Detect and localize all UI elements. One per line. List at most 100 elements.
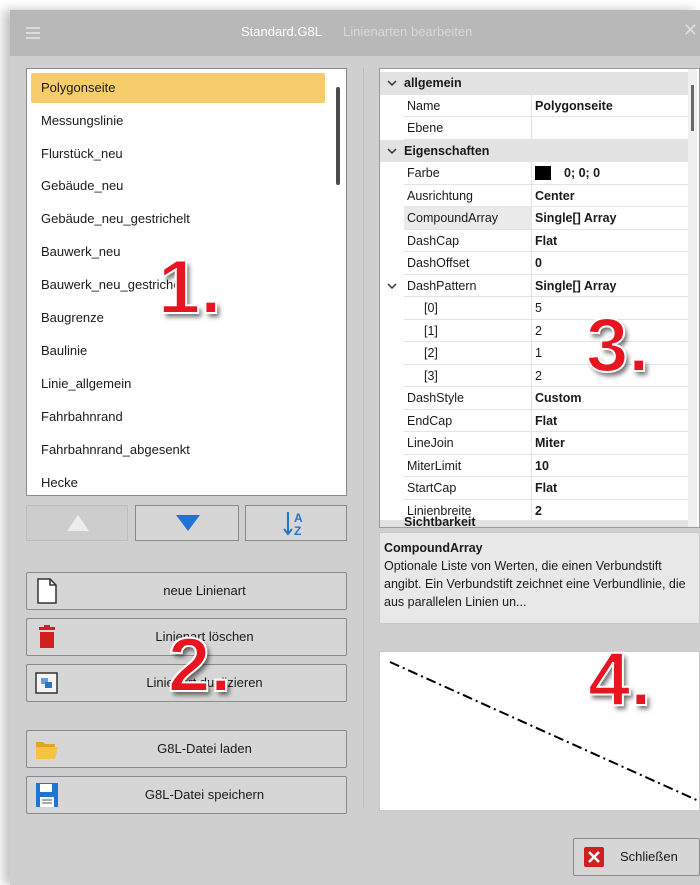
- category-label: Eigenschaften: [404, 143, 490, 158]
- property-value[interactable]: Polygonseite: [532, 95, 690, 117]
- trash-icon: [39, 625, 55, 648]
- property-name: DashPattern: [404, 274, 532, 297]
- list-item[interactable]: Fahrbahnrand: [31, 402, 325, 432]
- property-row-dash-style[interactable]: DashStyle Custom: [380, 387, 690, 410]
- property-name: LineJoin: [404, 432, 532, 455]
- save-file-button[interactable]: G8L-Datei speichern: [26, 776, 347, 814]
- list-item[interactable]: Flurstück_neu: [31, 139, 325, 169]
- dash-dot-line-preview: [389, 661, 699, 803]
- property-row-line-join[interactable]: LineJoin Miter: [380, 432, 690, 455]
- description-title: CompoundArray: [384, 541, 483, 555]
- property-value[interactable]: Flat: [532, 410, 690, 432]
- arrow-down-icon: [176, 515, 200, 531]
- svg-text:A: A: [294, 511, 303, 525]
- property-name: EndCap: [404, 409, 532, 432]
- property-name: MiterLimit: [404, 454, 532, 477]
- property-row-alignment[interactable]: Ausrichtung Center: [380, 184, 690, 207]
- chevron-down-icon: [387, 147, 397, 154]
- property-name: DashCap: [404, 229, 532, 252]
- category-label: Sichtbarkeit: [404, 515, 476, 528]
- svg-text:Z: Z: [294, 524, 301, 538]
- new-document-icon: [37, 578, 57, 604]
- callout-3: 3.: [585, 303, 650, 388]
- list-item[interactable]: Polygonseite: [31, 73, 325, 103]
- property-description: CompoundArray Optionale Liste von Werten…: [379, 532, 700, 624]
- list-item[interactable]: Baulinie: [31, 336, 325, 366]
- property-value[interactable]: Single[] Array: [532, 275, 690, 297]
- move-up-button[interactable]: [26, 505, 128, 541]
- window-close-icon[interactable]: ✕: [683, 20, 698, 41]
- line-preview: [379, 651, 700, 811]
- property-name: DashOffset: [404, 252, 532, 275]
- list-item[interactable]: Messungslinie: [31, 106, 325, 136]
- property-grid-scrollbar[interactable]: [688, 69, 697, 527]
- property-row-color[interactable]: Farbe 0; 0; 0: [380, 162, 690, 185]
- property-row-name[interactable]: Name Polygonseite: [380, 94, 690, 117]
- floppy-disk-icon: [36, 783, 58, 807]
- load-file-button[interactable]: G8L-Datei laden: [26, 730, 347, 768]
- list-item[interactable]: Fahrbahnrand_abgesenkt: [31, 435, 325, 465]
- property-value[interactable]: Flat: [532, 477, 690, 500]
- scrollbar-thumb[interactable]: [691, 85, 694, 131]
- window-subtitle: Linienarten bearbeiten: [343, 24, 473, 39]
- move-down-button[interactable]: [135, 505, 239, 541]
- list-item[interactable]: Linie_allgemein: [31, 369, 325, 399]
- property-value[interactable]: Single[] Array: [532, 207, 690, 230]
- new-line-type-button[interactable]: neue Linienart: [26, 572, 347, 610]
- property-row-miter-limit[interactable]: MiterLimit 10: [380, 454, 690, 477]
- property-name: [0]: [404, 297, 532, 320]
- sort-az-button[interactable]: A Z: [245, 505, 347, 541]
- property-name: [2]: [404, 342, 532, 365]
- property-value[interactable]: 0: [532, 252, 690, 275]
- save-file-label: G8L-Datei speichern: [144, 787, 265, 802]
- description-text: Optionale Liste von Werten, die einen Ve…: [384, 559, 686, 609]
- app-icon: [26, 27, 40, 39]
- property-row-dash-cap[interactable]: DashCap Flat: [380, 229, 690, 252]
- callout-4: 4.: [587, 637, 652, 722]
- property-value[interactable]: Miter: [532, 432, 690, 455]
- property-name: StartCap: [404, 477, 532, 500]
- list-item[interactable]: Hecke: [31, 468, 325, 495]
- color-swatch: [535, 166, 551, 180]
- chevron-down-icon: [387, 80, 397, 87]
- property-row-layer[interactable]: Ebene: [380, 117, 690, 140]
- property-row-dash-offset[interactable]: DashOffset 0: [380, 252, 690, 275]
- property-name: Ausrichtung: [404, 184, 532, 207]
- title-bar: Standard.G8L Linienarten bearbeiten ✕: [10, 10, 700, 56]
- list-item[interactable]: Gebäude_neu_gestrichelt: [31, 204, 325, 234]
- property-name: Name: [404, 94, 532, 117]
- callout-2: 2.: [167, 623, 232, 708]
- property-value[interactable]: 10: [532, 455, 690, 477]
- property-value[interactable]: Center: [532, 185, 690, 207]
- close-button-label: Schließen: [620, 849, 678, 864]
- folder-open-icon: [36, 742, 58, 759]
- property-value-color[interactable]: 0; 0; 0: [532, 162, 690, 185]
- window-title: Standard.G8L: [241, 24, 322, 39]
- property-name: [3]: [404, 364, 532, 387]
- property-grid[interactable]: allgemein Name Polygonseite Ebene Eigens…: [379, 68, 700, 528]
- property-value[interactable]: 2: [532, 500, 690, 522]
- close-button[interactable]: Schließen: [573, 838, 700, 876]
- category-general[interactable]: allgemein: [380, 72, 690, 95]
- property-name: [1]: [404, 319, 532, 342]
- property-name: CompoundArray: [404, 207, 532, 230]
- property-value[interactable]: Flat: [532, 230, 690, 252]
- load-file-label: G8L-Datei laden: [157, 741, 252, 756]
- property-row-end-cap[interactable]: EndCap Flat: [380, 409, 690, 432]
- property-row-start-cap[interactable]: StartCap Flat: [380, 477, 690, 500]
- property-name: Farbe: [404, 162, 532, 185]
- category-label: allgemein: [404, 76, 462, 90]
- property-value[interactable]: [532, 117, 690, 140]
- property-row-dash-pattern[interactable]: DashPattern Single[] Array: [380, 274, 690, 297]
- arrow-up-icon: [67, 515, 89, 531]
- dialog-window: Standard.G8L Linienarten bearbeiten ✕ Po…: [10, 10, 700, 885]
- property-value[interactable]: Custom: [532, 387, 690, 410]
- chevron-down-icon[interactable]: [386, 280, 398, 292]
- list-scrollbar[interactable]: [336, 87, 340, 185]
- property-row-compound-array[interactable]: CompoundArray Single[] Array: [380, 207, 690, 230]
- list-item[interactable]: Gebäude_neu: [31, 171, 325, 201]
- sort-az-icon: A Z: [283, 511, 303, 538]
- color-value-text: 0; 0; 0: [564, 166, 601, 180]
- duplicate-icon: [35, 672, 58, 694]
- category-properties[interactable]: Eigenschaften: [380, 139, 690, 162]
